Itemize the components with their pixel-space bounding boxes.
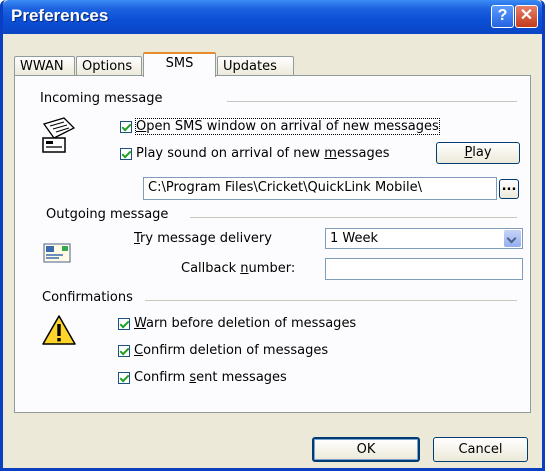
divider — [227, 101, 517, 102]
sms-panel: Incoming message Open SMS window on arri… — [14, 75, 531, 413]
tab-options[interactable]: Options — [76, 56, 142, 76]
checkbox-box[interactable] — [120, 147, 132, 160]
checkbox-box[interactable] — [118, 344, 130, 357]
sms-incoming-icon — [42, 117, 76, 153]
confirmations-group-label: Confirmations — [42, 290, 133, 305]
confirm-sent-label: Confirm sent messages — [134, 370, 287, 385]
callback-number-field[interactable] — [325, 258, 523, 280]
cancel-button[interactable]: Cancel — [433, 437, 528, 462]
play-sound-label: Play sound on arrival of new messages — [136, 146, 390, 161]
preferences-window: Preferences ? ✕ WWAN Options SMS Updates… — [0, 0, 545, 471]
close-button[interactable]: ✕ — [515, 5, 538, 28]
divider — [145, 300, 517, 301]
help-button[interactable]: ? — [491, 5, 514, 28]
confirm-deletion-checkbox[interactable]: Confirm deletion of messages — [118, 343, 328, 358]
checkbox-box[interactable] — [118, 371, 130, 384]
callback-label: Callback number: — [181, 261, 296, 276]
tab-updates[interactable]: Updates — [217, 56, 294, 76]
play-button[interactable]: Play — [436, 142, 520, 164]
confirm-deletion-label: Confirm deletion of messages — [134, 343, 329, 358]
warn-before-deletion-checkbox[interactable]: Warn before deletion of messages — [118, 316, 356, 331]
play-sound-checkbox[interactable]: Play sound on arrival of new messages — [120, 146, 389, 161]
sms-outgoing-icon — [43, 243, 71, 263]
window-title: Preferences — [11, 6, 109, 25]
open-sms-window-checkbox[interactable]: Open SMS window on arrival of new messag… — [120, 118, 440, 135]
divider — [190, 217, 517, 218]
open-sms-window-label: Open SMS window on arrival of new messag… — [135, 118, 440, 135]
warning-icon — [42, 315, 76, 345]
outgoing-group-label: Outgoing message — [46, 207, 169, 222]
checkbox-box[interactable] — [118, 317, 130, 330]
incoming-group-label: Incoming message — [40, 91, 163, 106]
delivery-select[interactable]: 1 Week — [325, 228, 523, 249]
browse-button[interactable]: ... — [499, 179, 519, 199]
sound-path-field[interactable]: C:\Program Files\Cricket\QuickLink Mobil… — [143, 177, 497, 200]
try-delivery-label: Try message delivery — [134, 231, 272, 246]
tab-sms[interactable]: SMS — [143, 52, 216, 77]
delivery-value: 1 Week — [330, 231, 379, 246]
title-bar[interactable]: Preferences ? ✕ — [3, 0, 542, 34]
warn-before-deletion-label: Warn before deletion of messages — [134, 316, 357, 331]
ok-button[interactable]: OK — [312, 437, 420, 462]
tab-wwan[interactable]: WWAN — [14, 56, 75, 76]
confirm-sent-checkbox[interactable]: Confirm sent messages — [118, 370, 287, 385]
checkbox-box[interactable] — [120, 120, 132, 133]
chevron-down-icon[interactable] — [504, 230, 521, 247]
